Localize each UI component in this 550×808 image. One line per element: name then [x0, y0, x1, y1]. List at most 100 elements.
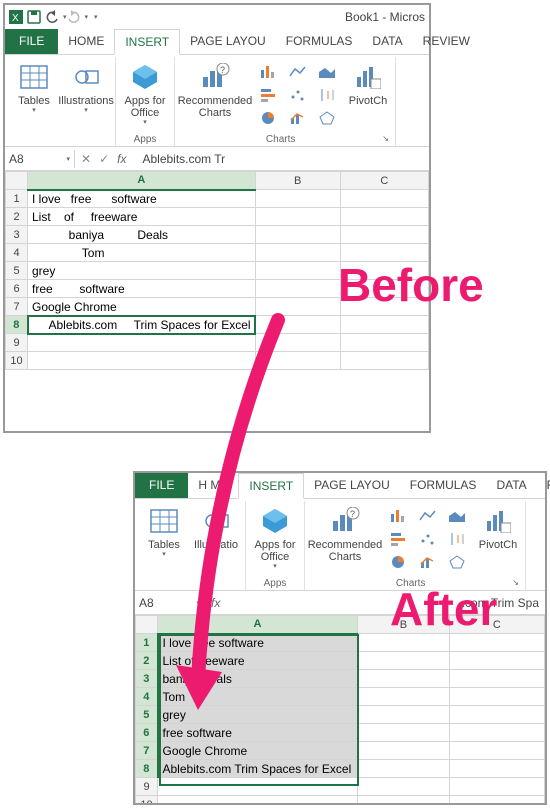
tab-data[interactable]: DATA	[362, 29, 412, 54]
cell[interactable]	[340, 334, 428, 352]
row-header[interactable]: 1	[136, 634, 158, 652]
cell[interactable]: Ablebits.com Trim Spaces for Excel	[158, 760, 358, 778]
cell[interactable]	[255, 244, 340, 262]
cell[interactable]	[358, 724, 450, 742]
row-header[interactable]: 7	[6, 298, 28, 316]
cell[interactable]	[358, 760, 450, 778]
illustrations-button[interactable]: Illustrations ▾	[61, 59, 111, 146]
row-header[interactable]: 7	[136, 742, 158, 760]
name-box[interactable]: A8 ▾	[5, 150, 75, 168]
cell[interactable]: I love free software	[28, 190, 256, 208]
formula-value[interactable]: Ablebits.com Tr	[134, 152, 423, 166]
fx-icon[interactable]: fx	[117, 152, 126, 166]
cell[interactable]	[340, 208, 428, 226]
chart-stock-icon[interactable]	[313, 84, 341, 106]
row-header[interactable]: 10	[6, 352, 28, 370]
cell[interactable]	[28, 352, 256, 370]
cell[interactable]	[358, 742, 450, 760]
undo-icon[interactable]	[45, 10, 63, 24]
apps-for-office-button[interactable]: Apps for Office ▾	[250, 503, 300, 577]
chart-line-icon[interactable]	[414, 505, 442, 527]
enter-icon[interactable]: ✓	[99, 152, 109, 166]
cell[interactable]	[449, 724, 544, 742]
chart-combo-icon[interactable]	[284, 107, 312, 129]
cell[interactable]: Google Chrome	[158, 742, 358, 760]
apps-for-office-button[interactable]: Apps for Office ▾	[120, 59, 170, 133]
cell[interactable]	[255, 334, 340, 352]
cell[interactable]	[255, 298, 340, 316]
row-header[interactable]: 3	[136, 670, 158, 688]
tab-review[interactable]: REVIEW	[413, 29, 480, 54]
chart-column-icon[interactable]	[385, 505, 413, 527]
dialog-launcher-icon[interactable]: ↘	[382, 134, 389, 143]
cell[interactable]: free software	[158, 724, 358, 742]
cell[interactable]: Tom	[158, 688, 358, 706]
chart-radar-icon[interactable]	[443, 551, 471, 573]
cell[interactable]: I love free software	[158, 634, 358, 652]
cell[interactable]: List of freeware	[28, 208, 256, 226]
row-header[interactable]: 2	[136, 652, 158, 670]
cell[interactable]	[255, 352, 340, 370]
tables-button[interactable]: Tables ▾	[139, 503, 189, 590]
tab-insert[interactable]: INSERT	[114, 29, 180, 55]
chart-scatter-icon[interactable]	[414, 528, 442, 550]
row-header[interactable]: 6	[6, 280, 28, 298]
cell[interactable]	[449, 652, 544, 670]
cell[interactable]	[449, 796, 544, 804]
cell[interactable]	[255, 280, 340, 298]
chart-stock-icon[interactable]	[443, 528, 471, 550]
cell[interactable]: baniya Deals	[28, 226, 256, 244]
chart-radar-icon[interactable]	[313, 107, 341, 129]
tab-file[interactable]: FILE	[135, 473, 188, 498]
cell[interactable]	[449, 688, 544, 706]
cell[interactable]	[358, 688, 450, 706]
cell[interactable]: grey	[28, 262, 256, 280]
cell[interactable]	[340, 226, 428, 244]
row-header[interactable]: 9	[6, 334, 28, 352]
tables-button[interactable]: Tables ▾	[9, 59, 59, 146]
redo-dropdown-icon[interactable]: ▾	[85, 13, 89, 21]
chart-bar-icon[interactable]	[385, 528, 413, 550]
tab-page-layout[interactable]: PAGE LAYOU	[304, 473, 400, 498]
cell[interactable]	[158, 778, 358, 796]
cell[interactable]	[340, 352, 428, 370]
row-header[interactable]: 2	[6, 208, 28, 226]
cell[interactable]	[255, 208, 340, 226]
cell[interactable]	[449, 670, 544, 688]
name-box[interactable]: A8 ▾	[135, 594, 205, 612]
row-header[interactable]: 8	[136, 760, 158, 778]
chart-bar-icon[interactable]	[255, 84, 283, 106]
cell[interactable]	[28, 334, 256, 352]
chart-line-icon[interactable]	[284, 61, 312, 83]
tab-formulas[interactable]: FORMULAS	[276, 29, 363, 54]
row-header[interactable]: 4	[136, 688, 158, 706]
cell[interactable]	[449, 778, 544, 796]
cell[interactable]: Google Chrome	[28, 298, 256, 316]
recommended-charts-button[interactable]: ? Recommended Charts	[309, 503, 381, 577]
tab-insert[interactable]: INSERT	[238, 473, 304, 499]
cell-selected[interactable]: Ablebits.com Trim Spaces for Excel	[28, 316, 256, 334]
cell[interactable]: free software	[28, 280, 256, 298]
chart-pie-icon[interactable]	[385, 551, 413, 573]
select-all-corner[interactable]	[136, 616, 158, 634]
cell[interactable]	[340, 316, 428, 334]
cell[interactable]	[255, 262, 340, 280]
select-all-corner[interactable]	[6, 172, 28, 190]
redo-icon[interactable]	[67, 10, 85, 24]
cell[interactable]	[255, 226, 340, 244]
cell[interactable]	[358, 778, 450, 796]
tab-home[interactable]: H ME	[188, 473, 238, 498]
cell[interactable]	[358, 706, 450, 724]
cell[interactable]	[158, 796, 358, 804]
chart-scatter-icon[interactable]	[284, 84, 312, 106]
chart-area-icon[interactable]	[443, 505, 471, 527]
row-header[interactable]: 4	[6, 244, 28, 262]
cell[interactable]	[255, 316, 340, 334]
cell[interactable]: grey	[158, 706, 358, 724]
chart-column-icon[interactable]	[255, 61, 283, 83]
col-header-a[interactable]: A	[28, 172, 256, 190]
chart-combo-icon[interactable]	[414, 551, 442, 573]
tab-review[interactable]: REVIEW	[537, 473, 550, 498]
chart-area-icon[interactable]	[313, 61, 341, 83]
cell[interactable]	[449, 634, 544, 652]
